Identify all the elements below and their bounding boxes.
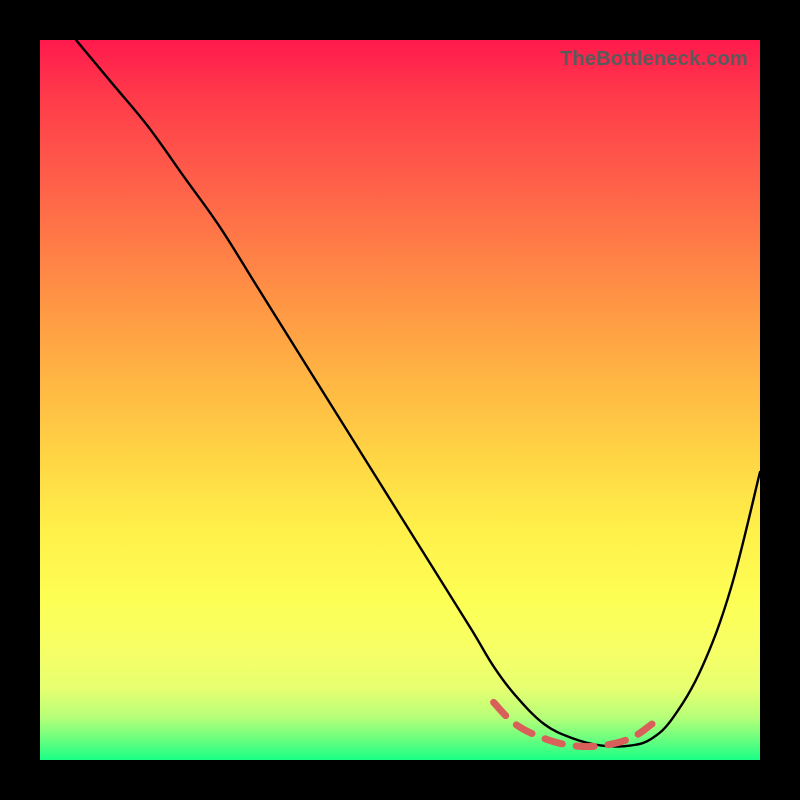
optimal-range-highlight: [494, 702, 652, 746]
watermark-text: TheBottleneck.com: [560, 48, 748, 71]
bottleneck-curve: [76, 40, 760, 747]
chart-svg: [40, 40, 760, 760]
chart-plot-area: TheBottleneck.com: [40, 40, 760, 760]
